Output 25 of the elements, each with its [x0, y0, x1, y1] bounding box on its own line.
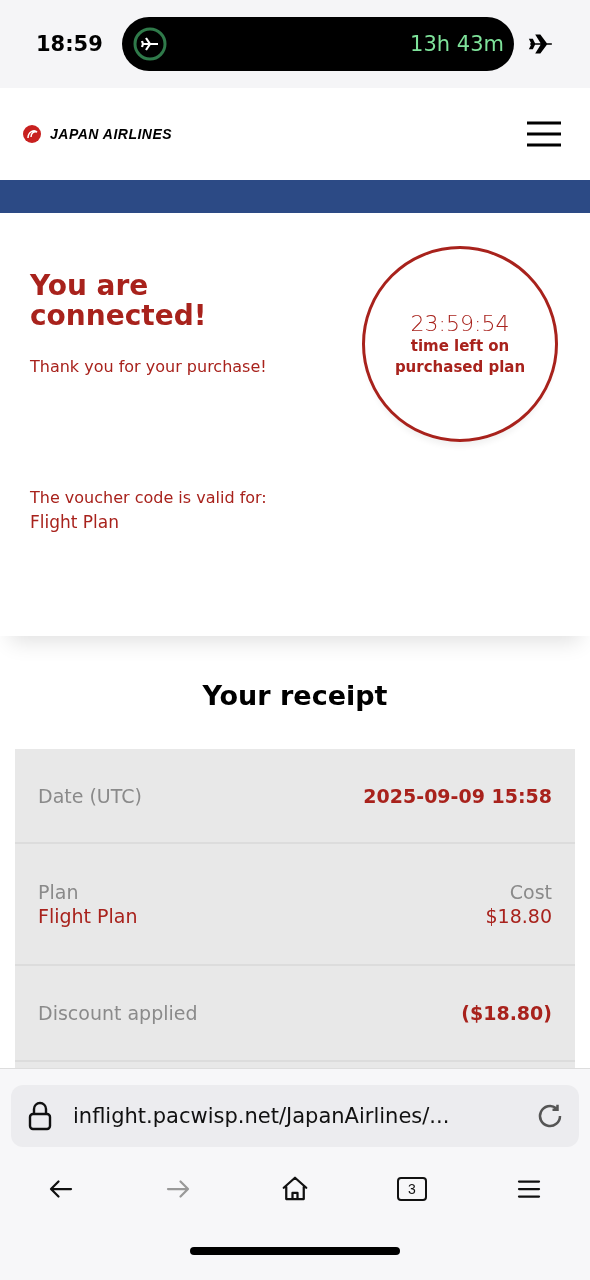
address-bar[interactable]: inflight.pacwisp.net/JapanAirlines/...	[11, 1085, 579, 1147]
voucher-label: The voucher code is valid for:	[30, 488, 268, 507]
receipt-label: Plan	[38, 881, 79, 903]
thank-you-message: Thank you for your purchase!	[30, 357, 267, 376]
timer-value: 23:59:54	[410, 310, 510, 336]
tabs-button[interactable]: 3	[392, 1169, 432, 1209]
url-text: inflight.pacwisp.net/JapanAirlines/...	[73, 1104, 451, 1128]
crane-logo-icon	[22, 124, 42, 144]
status-time: 18:59	[36, 32, 104, 56]
receipt-heading: Your receipt	[201, 680, 389, 711]
lock-icon	[27, 1101, 53, 1131]
brand-name: JAPAN AIRLINES	[50, 126, 173, 142]
receipt-value: $18.80	[485, 905, 552, 927]
receipt-label: Cost	[509, 881, 552, 903]
receipt-label: Discount applied	[38, 1002, 198, 1024]
flight-progress-icon	[132, 26, 168, 62]
flight-time-left: 13h 43m	[410, 32, 504, 56]
receipt-value: Flight Plan	[38, 905, 138, 927]
receipt-label: Date (UTC)	[38, 784, 142, 807]
menu-icon[interactable]	[526, 121, 562, 147]
receipt-value: ($18.80)	[461, 1002, 552, 1024]
receipt-value: 2025-09-09 15:58	[363, 784, 552, 807]
connected-heading: You are connected!	[30, 271, 208, 331]
timer-label: time left on purchased plan	[393, 335, 527, 378]
voucher-plan: Flight Plan	[30, 512, 121, 532]
